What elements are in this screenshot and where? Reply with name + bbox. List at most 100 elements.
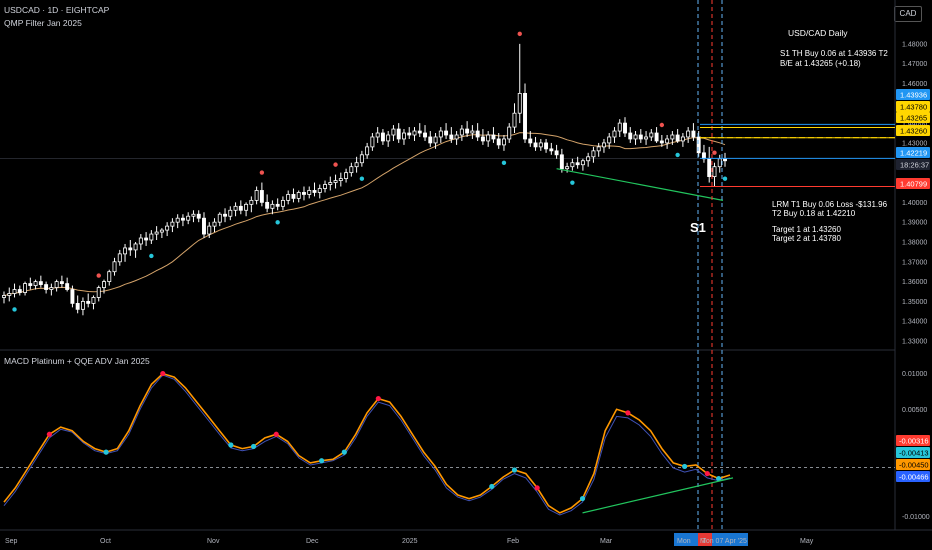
- candle-body: [707, 158, 712, 178]
- candle: [275, 198, 280, 211]
- candle-body: [517, 92, 522, 114]
- time-axis-label: May: [800, 538, 814, 545]
- candle: [317, 184, 322, 199]
- candle-body: [328, 182, 333, 185]
- candle-body: [644, 136, 649, 140]
- candle-body: [49, 287, 54, 290]
- candle-body: [275, 203, 280, 207]
- candle-body: [670, 134, 675, 140]
- price-tick-label: 1.37000: [902, 259, 927, 266]
- candle-body: [459, 128, 464, 136]
- candle: [238, 200, 243, 215]
- price-label-text: 1.42219: [900, 149, 927, 158]
- candle: [228, 206, 233, 221]
- candle-body: [312, 190, 317, 193]
- candle: [723, 152, 727, 167]
- candle-body: [501, 138, 506, 146]
- candle-body: [486, 134, 491, 142]
- candle-body: [102, 281, 106, 288]
- candle-body: [570, 162, 575, 168]
- candle-body: [359, 154, 364, 164]
- candle-body: [617, 122, 622, 132]
- price-label-text: 1.43780: [900, 103, 927, 112]
- macd-red-dot: [534, 485, 540, 491]
- candle: [517, 43, 522, 124]
- candle-body: [686, 130, 691, 138]
- candle: [286, 190, 291, 205]
- candle: [638, 129, 643, 143]
- candle: [323, 180, 327, 193]
- candle: [596, 142, 601, 157]
- sell-signal-dot: [517, 31, 522, 37]
- price-label-text: 1.40799: [900, 180, 927, 189]
- candle: [370, 133, 375, 151]
- date-chip-right-text: Mon 07 Apr '25: [700, 538, 747, 545]
- macd-red-dot: [375, 395, 381, 402]
- candle-body: [238, 205, 243, 211]
- candle: [475, 123, 480, 141]
- candle-body: [533, 142, 538, 148]
- candle-body: [175, 217, 180, 223]
- buy-signal-dot: [675, 152, 680, 158]
- candle: [438, 127, 443, 143]
- candle-body: [580, 160, 585, 166]
- grid-lines: [0, 0, 932, 531]
- candle: [349, 162, 354, 177]
- candle-body: [344, 172, 349, 179]
- macd-red-dot: [704, 470, 710, 477]
- macd-cyan-dot: [319, 458, 325, 464]
- candle: [507, 123, 512, 143]
- annotation-target2: Target 2 at 1.43780: [772, 234, 841, 243]
- candle-body: [107, 271, 112, 283]
- candle-body: [665, 138, 670, 144]
- candle: [623, 117, 627, 137]
- candle-body: [217, 213, 222, 223]
- candle-body: [407, 132, 412, 136]
- macd-red-dot: [273, 431, 279, 437]
- candle-body: [233, 205, 238, 211]
- buy-signal-dot: [149, 253, 154, 259]
- candle: [512, 103, 517, 134]
- candle: [233, 202, 238, 217]
- candle-body: [65, 283, 70, 290]
- candle: [307, 186, 312, 199]
- candle: [465, 121, 470, 137]
- candle: [138, 234, 143, 250]
- annotation-lrm-line2: T2 Buy 0.18 at 1.42210: [772, 209, 856, 218]
- candle-body: [333, 180, 338, 183]
- chart-canvas[interactable]: 1.480001.470001.460001.450001.440001.430…: [0, 0, 932, 550]
- candle: [44, 281, 49, 294]
- candle-body: [717, 158, 722, 168]
- buy-signal-dot: [501, 160, 507, 166]
- candle-body: [91, 297, 96, 304]
- candle-body: [196, 213, 201, 219]
- candle: [470, 125, 475, 139]
- time-axis-label: Dec: [306, 538, 319, 545]
- candle: [133, 241, 138, 258]
- candle: [128, 240, 133, 256]
- candle-body: [596, 146, 601, 152]
- candle-body: [691, 130, 696, 138]
- candle: [54, 279, 59, 292]
- candle: [538, 138, 543, 151]
- time-axis-label: 2025: [402, 538, 418, 545]
- buy-signal-dot: [570, 180, 575, 185]
- candle-body: [228, 209, 233, 217]
- candle-body: [96, 287, 101, 298]
- candle-body: [138, 237, 143, 245]
- candle-body: [654, 132, 659, 142]
- candle-body: [701, 152, 706, 160]
- candle: [501, 135, 506, 151]
- signal-dots: [12, 31, 728, 312]
- candle-body: [75, 302, 80, 310]
- candle-body: [291, 194, 296, 199]
- candle-body: [523, 92, 527, 140]
- macd-cyan-dot: [489, 483, 495, 490]
- candle: [59, 275, 64, 288]
- candle-body: [112, 261, 117, 273]
- candle-body: [380, 132, 385, 142]
- candle: [523, 83, 527, 143]
- price-tick-label: 1.35000: [902, 299, 927, 306]
- candle: [491, 127, 496, 143]
- candle-body: [417, 130, 422, 134]
